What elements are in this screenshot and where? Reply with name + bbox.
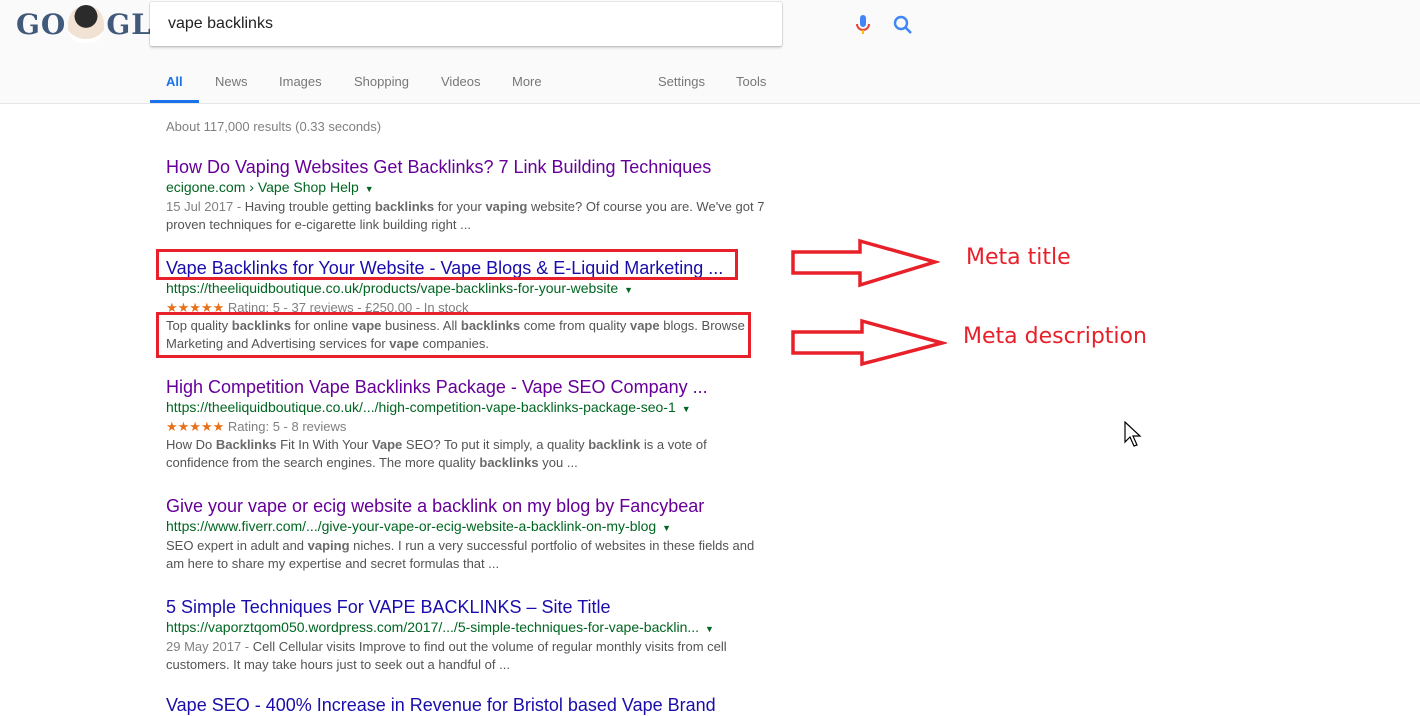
mic-icon[interactable] <box>855 15 871 35</box>
result-date: 15 Jul 2017 - <box>166 199 245 214</box>
header: GO GLE All News Images Shopping Videos M… <box>0 0 1420 104</box>
mouse-cursor-icon <box>1124 421 1142 447</box>
tab-images[interactable]: Images <box>279 74 322 89</box>
tab-videos[interactable]: Videos <box>441 74 481 89</box>
result-rating: ★★★★★ Rating: 5 - 8 reviews <box>166 418 766 436</box>
meta-title-label: Meta title <box>966 245 1071 270</box>
result-title[interactable]: Vape SEO - 400% Increase in Revenue for … <box>166 694 766 716</box>
star-rating-icon: ★★★★★ <box>166 419 225 434</box>
meta-description-highlight-box <box>156 312 751 358</box>
arrow-right-icon <box>791 238 940 288</box>
search-result: 5 Simple Techniques For VAPE BACKLINKS –… <box>166 596 766 674</box>
url-text: https://vaporztqom050.wordpress.com/2017… <box>166 619 700 635</box>
tab-shopping[interactable]: Shopping <box>354 74 409 89</box>
search-result: Give your vape or ecig website a backlin… <box>166 495 766 573</box>
tab-more[interactable]: More <box>512 74 542 89</box>
logo-text-left: GO <box>16 7 67 41</box>
meta-description-label: Meta description <box>963 324 1147 349</box>
result-title[interactable]: 5 Simple Techniques For VAPE BACKLINKS –… <box>166 596 766 618</box>
tab-all[interactable]: All <box>150 74 199 103</box>
result-title[interactable]: How Do Vaping Websites Get Backlinks? 7 … <box>166 156 766 178</box>
search-box <box>150 2 912 46</box>
result-url[interactable]: ecigone.com › Vape Shop Help ▼ <box>166 178 766 198</box>
result-url[interactable]: https://www.fiverr.com/.../give-your-vap… <box>166 517 766 537</box>
tab-settings[interactable]: Settings <box>658 74 705 89</box>
url-text: https://theeliquidboutique.co.uk/product… <box>166 280 619 296</box>
search-result: Vape SEO - 400% Increase in Revenue for … <box>166 694 766 716</box>
result-stats: About 117,000 results (0.33 seconds) <box>166 119 382 134</box>
result-title[interactable]: High Competition Vape Backlinks Package … <box>166 376 766 398</box>
tab-tools[interactable]: Tools <box>736 74 766 89</box>
url-text: https://theeliquidboutique.co.uk/.../hig… <box>166 399 676 415</box>
dropdown-arrow-icon[interactable]: ▼ <box>682 404 691 414</box>
url-text: https://www.fiverr.com/.../give-your-vap… <box>166 518 657 534</box>
magnifier-icon[interactable] <box>893 15 913 35</box>
result-snippet: 15 Jul 2017 - Having trouble getting bac… <box>166 198 766 234</box>
url-text: ecigone.com › Vape Shop Help <box>166 179 359 195</box>
dropdown-arrow-icon[interactable]: ▼ <box>662 523 671 533</box>
search-result: How Do Vaping Websites Get Backlinks? 7 … <box>166 156 766 234</box>
snippet-text: Having trouble getting backlinks for you… <box>166 199 765 232</box>
dropdown-arrow-icon[interactable]: ▼ <box>365 184 374 194</box>
meta-title-highlight-box <box>156 249 738 280</box>
rating-text: Rating: 5 - 8 reviews <box>227 419 347 434</box>
result-url[interactable]: https://theeliquidboutique.co.uk/.../hig… <box>166 398 766 418</box>
result-snippet: How Do Backlinks Fit In With Your Vape S… <box>166 437 707 470</box>
result-url[interactable]: https://vaporztqom050.wordpress.com/2017… <box>166 618 766 638</box>
dropdown-arrow-icon[interactable]: ▼ <box>624 285 633 295</box>
result-url[interactable]: https://theeliquidboutique.co.uk/product… <box>166 279 766 299</box>
doodle-face-image <box>68 5 105 43</box>
result-snippet: SEO expert in adult and vaping niches. I… <box>166 538 755 571</box>
result-date: 29 May 2017 - <box>166 639 253 654</box>
dropdown-arrow-icon[interactable]: ▼ <box>705 624 714 634</box>
arrow-right-icon <box>791 318 947 367</box>
result-title[interactable]: Give your vape or ecig website a backlin… <box>166 495 766 517</box>
tab-news[interactable]: News <box>215 74 248 89</box>
search-result: High Competition Vape Backlinks Package … <box>166 376 766 472</box>
search-input[interactable] <box>166 14 686 34</box>
result-snippet: 29 May 2017 - Cell Cellular visits Impro… <box>166 638 766 674</box>
